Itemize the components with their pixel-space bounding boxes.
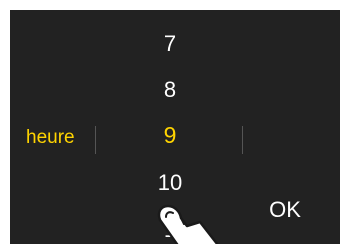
time-picker-panel: heure 7 8 9 10 1 OK bbox=[10, 10, 340, 244]
ok-button[interactable]: OK bbox=[256, 194, 314, 226]
selection-divider-left bbox=[95, 126, 96, 154]
unit-label: heure bbox=[26, 127, 75, 148]
hour-option-selected[interactable]: 9 bbox=[152, 123, 188, 147]
hour-option[interactable]: 7 bbox=[152, 32, 188, 56]
hand-pointer-icon bbox=[157, 204, 219, 244]
selection-divider-right bbox=[242, 126, 243, 154]
hour-option[interactable]: 8 bbox=[152, 78, 188, 102]
